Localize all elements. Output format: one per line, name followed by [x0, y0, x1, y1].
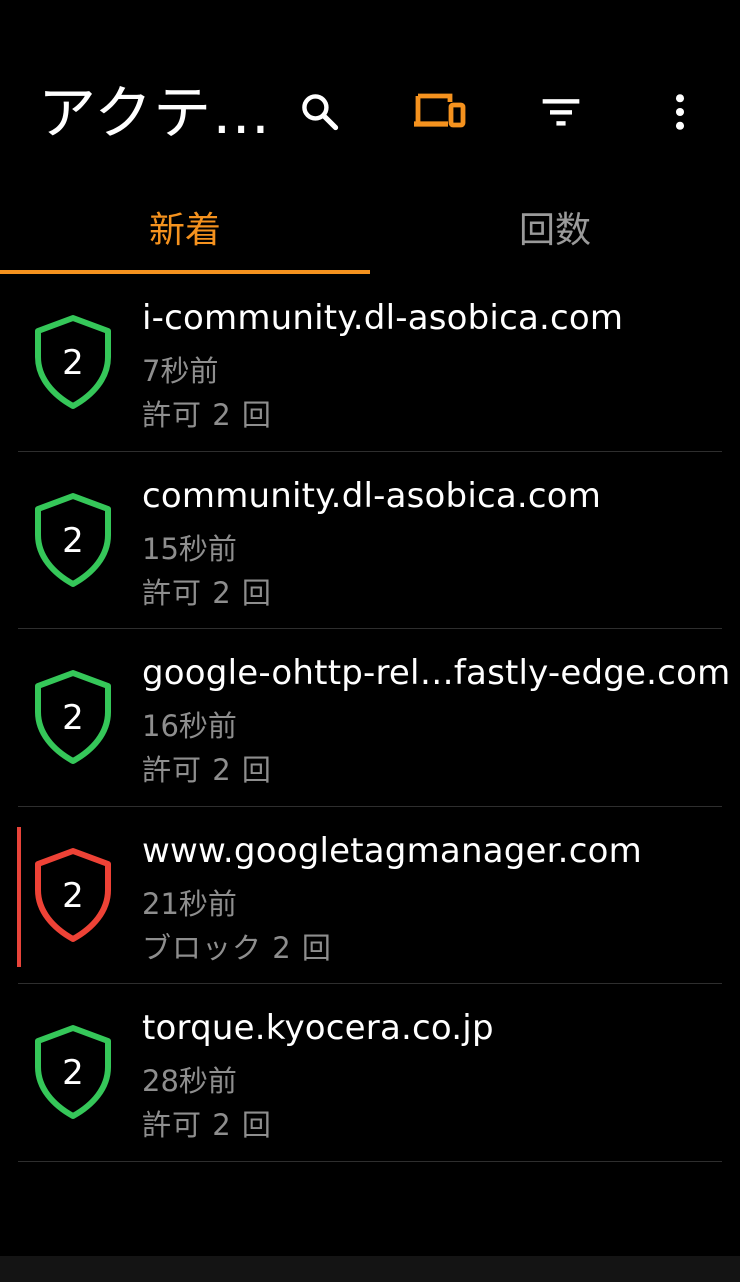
timestamp: 21秒前	[142, 886, 237, 921]
more-options-button[interactable]	[650, 82, 710, 142]
page-title: アクテ…	[38, 79, 272, 147]
list-item[interactable]: 2 google-ohttp-rel…fastly-edge.com 16秒前 …	[0, 629, 740, 807]
status-text: 許可 2 回	[142, 575, 272, 610]
divider	[18, 1160, 722, 1162]
timestamp: 16秒前	[142, 709, 237, 743]
list-item[interactable]: 2 community.dl-asobica.com 15秒前 許可 2 回	[0, 452, 740, 629]
blocked-indicator	[17, 826, 21, 967]
shield-icon: 2	[32, 492, 114, 588]
domain-name: www.googletagmanager.com	[142, 830, 642, 871]
status-text: 許可 2 回	[142, 753, 272, 787]
search-button[interactable]	[290, 82, 350, 142]
status-text: 許可 2 回	[142, 1108, 272, 1142]
search-icon	[302, 94, 339, 131]
shield-icon: 2	[32, 847, 114, 943]
timestamp: 7秒前	[142, 354, 219, 388]
bottom-strip	[0, 1256, 740, 1282]
devices-icon	[414, 93, 466, 128]
list-item[interactable]: 2 torque.kyocera.co.jp 28秒前 許可 2 回	[0, 984, 740, 1162]
status-text: 許可 2 回	[142, 398, 272, 432]
request-count: 2	[62, 875, 84, 916]
status-text: ブロック 2 回	[142, 930, 332, 965]
domain-name: i-community.dl-asobica.com	[142, 298, 624, 338]
filter-icon	[542, 99, 580, 126]
devices-button[interactable]	[410, 82, 470, 142]
list-item-blocked[interactable]: 2 www.googletagmanager.com 21秒前 ブロック 2 回	[0, 807, 740, 984]
tab-bar: 新着 回数	[0, 180, 740, 274]
request-count: 2	[62, 1053, 84, 1093]
timestamp: 28秒前	[142, 1064, 237, 1098]
shield-icon: 2	[32, 1024, 114, 1120]
timestamp: 15秒前	[142, 531, 237, 566]
shield-icon: 2	[32, 314, 114, 410]
app-root: アクテ… 新着 回数 2 i-community.dl-asobica.com …	[0, 0, 740, 1282]
domain-name: google-ohttp-rel…fastly-edge.com	[142, 653, 731, 693]
domain-name: community.dl-asobica.com	[142, 475, 602, 516]
request-count: 2	[62, 343, 84, 383]
request-count: 2	[62, 698, 84, 738]
shield-icon: 2	[32, 669, 114, 765]
request-count: 2	[62, 520, 84, 561]
more-vert-icon	[675, 94, 685, 130]
domain-name: torque.kyocera.co.jp	[142, 1008, 494, 1048]
top-app-bar: アクテ…	[0, 0, 740, 180]
list-item[interactable]: 2 i-community.dl-asobica.com 7秒前 許可 2 回	[0, 274, 740, 452]
tab-count[interactable]: 回数	[370, 180, 740, 274]
domain-list: 2 i-community.dl-asobica.com 7秒前 許可 2 回 …	[0, 274, 740, 1162]
filter-button[interactable]	[531, 82, 591, 142]
tab-new[interactable]: 新着	[0, 180, 370, 274]
